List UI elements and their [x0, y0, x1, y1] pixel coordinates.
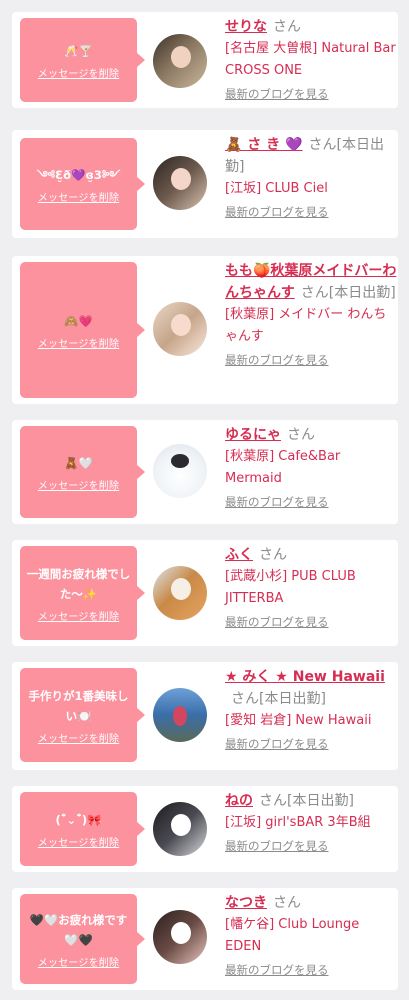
shop-name: [江坂] girl'sBAR 3年B組 [225, 815, 371, 830]
message-text: ༺Ɛ̮ð💜ɞ̮3༻ [36, 167, 121, 182]
avatar[interactable] [153, 34, 207, 88]
message-bubble: (¯͒⌄¯͒)🎀 メッセージを削除 [20, 792, 145, 866]
latest-blog-link[interactable]: 最新のブログを見る [225, 352, 329, 368]
avatar[interactable] [153, 910, 207, 964]
latest-blog-link[interactable]: 最新のブログを見る [225, 204, 329, 220]
cast-name-link[interactable]: せりな [225, 19, 267, 35]
latest-blog-link[interactable]: 最新のブログを見る [225, 736, 329, 752]
message-bubble: ༺Ɛ̮ð💜ɞ̮3༻ メッセージを削除 [20, 138, 145, 230]
message-bubble: 🖤🤍お疲れ様です🤍🖤 メッセージを削除 [20, 894, 145, 984]
shop-name: [愛知 岩倉] New Hawaii [225, 713, 372, 728]
delete-message-link[interactable]: メッセージを削除 [38, 834, 119, 849]
latest-blog-link[interactable]: 最新のブログを見る [225, 838, 329, 854]
cast-info: なつき さん [幡ケ谷] Club Lounge EDEN 最新のブログを見る [225, 892, 397, 978]
cast-suffix: さん [287, 427, 315, 443]
cast-name-link[interactable]: ふく [225, 547, 253, 563]
avatar[interactable] [153, 156, 207, 210]
message-bubble: 🥂🍸 メッセージを削除 [20, 18, 145, 102]
delete-message-link[interactable]: メッセージを削除 [38, 954, 119, 969]
cast-info: もも🍑秋葉原メイドバーわんちゃんす さん[本日出勤] [秋葉原] メイドバー わん… [225, 260, 397, 368]
shop-name: [名古屋 大曽根] Natural Bar CROSS ONE [225, 41, 396, 78]
latest-blog-link[interactable]: 最新のブログを見る [225, 962, 329, 978]
message-bubble: 手作りが1番美味しい🍽️ メッセージを削除 [20, 668, 145, 762]
cast-info: せりな さん [名古屋 大曽根] Natural Bar CROSS ONE 最新… [225, 16, 397, 102]
shop-name: [幡ケ谷] Club Lounge EDEN [225, 917, 360, 954]
message-bubble: 一週間お疲れ様でした〜✨ メッセージを削除 [20, 546, 145, 640]
avatar[interactable] [153, 688, 207, 742]
latest-blog-link[interactable]: 最新のブログを見る [225, 86, 329, 102]
latest-blog-link[interactable]: 最新のブログを見る [225, 614, 329, 630]
cast-name-link[interactable]: なつき [225, 895, 267, 911]
delete-message-link[interactable]: メッセージを削除 [38, 335, 119, 350]
message-card: 🖤🤍お疲れ様です🤍🖤 メッセージを削除 なつき さん [幡ケ谷] Club Lou… [12, 888, 398, 990]
cast-info: ねの さん[本日出勤] [江坂] girl'sBAR 3年B組 最新のブログを見る [225, 790, 397, 854]
cast-suffix: さん[本日出勤] [259, 793, 354, 809]
message-text: 🙈💗 [64, 313, 93, 328]
avatar[interactable] [153, 802, 207, 856]
shop-name: [武蔵小杉] PUB CLUB JITTERBA [225, 569, 356, 606]
cast-suffix: さん [259, 547, 287, 563]
message-card: 🥂🍸 メッセージを削除 せりな さん [名古屋 大曽根] Natural Bar … [12, 12, 398, 108]
delete-message-link[interactable]: メッセージを削除 [38, 608, 119, 623]
cast-name-link[interactable]: ねの [225, 793, 253, 809]
message-text: (¯͒⌄¯͒)🎀 [55, 812, 102, 827]
avatar[interactable] [153, 444, 207, 498]
avatar[interactable] [153, 302, 207, 356]
message-text: 手作りが1番美味しい🍽️ [28, 688, 129, 723]
delete-message-link[interactable]: メッセージを削除 [38, 730, 119, 745]
shop-name: [江坂] CLUB Ciel [225, 181, 328, 196]
shop-name: [秋葉原] メイドバー わんちゃんす [225, 307, 387, 344]
cast-info: 🧸 さ き 💜 さん[本日出勤] [江坂] CLUB Ciel 最新のブログを見る [225, 134, 397, 220]
cast-suffix: さん[本日出勤] [300, 285, 396, 301]
cast-name-link[interactable]: ★ みく ★ New Hawaii [225, 669, 385, 685]
cast-name-link[interactable]: 🧸 さ き 💜 [225, 137, 303, 153]
message-card: 🧸🤍 メッセージを削除 ゆるにゃ さん [秋葉原] Cafe&Bar Mermai… [12, 420, 398, 524]
delete-message-link[interactable]: メッセージを削除 [38, 65, 119, 80]
avatar[interactable] [153, 566, 207, 620]
message-text: 🧸🤍 [64, 455, 93, 470]
cast-info: ゆるにゃ さん [秋葉原] Cafe&Bar Mermaid 最新のブログを見る [225, 424, 397, 510]
message-card: 一週間お疲れ様でした〜✨ メッセージを削除 ふく さん [武蔵小杉] PUB CL… [12, 540, 398, 646]
delete-message-link[interactable]: メッセージを削除 [38, 477, 119, 492]
message-text: 🥂🍸 [64, 43, 93, 58]
cast-name-link[interactable]: ゆるにゃ [225, 427, 281, 443]
cast-suffix: さん [273, 19, 301, 35]
message-card: (¯͒⌄¯͒)🎀 メッセージを削除 ねの さん[本日出勤] [江坂] girl's… [12, 786, 398, 872]
cast-info: ★ みく ★ New Hawaii さん[本日出勤] [愛知 岩倉] New Ha… [225, 666, 397, 752]
message-card: ༺Ɛ̮ð💜ɞ̮3༻ メッセージを削除 🧸 さ き 💜 さん[本日出勤] [江坂] … [12, 130, 398, 238]
message-card: 手作りが1番美味しい🍽️ メッセージを削除 ★ みく ★ New Hawaii さ… [12, 662, 398, 770]
message-text: 🖤🤍お疲れ様です🤍🖤 [29, 912, 128, 947]
message-text: 一週間お疲れ様でした〜✨ [26, 566, 131, 601]
message-card: 🙈💗 メッセージを削除 もも🍑秋葉原メイドバーわんちゃんす さん[本日出勤] [秋… [12, 256, 398, 404]
message-bubble: 🙈💗 メッセージを削除 [20, 262, 145, 398]
delete-message-link[interactable]: メッセージを削除 [38, 189, 119, 204]
cast-suffix: さん [273, 895, 301, 911]
cast-suffix: さん[本日出勤] [231, 691, 326, 707]
shop-name: [秋葉原] Cafe&Bar Mermaid [225, 449, 341, 486]
latest-blog-link[interactable]: 最新のブログを見る [225, 494, 329, 510]
message-bubble: 🧸🤍 メッセージを削除 [20, 426, 145, 518]
cast-info: ふく さん [武蔵小杉] PUB CLUB JITTERBA 最新のブログを見る [225, 544, 397, 630]
